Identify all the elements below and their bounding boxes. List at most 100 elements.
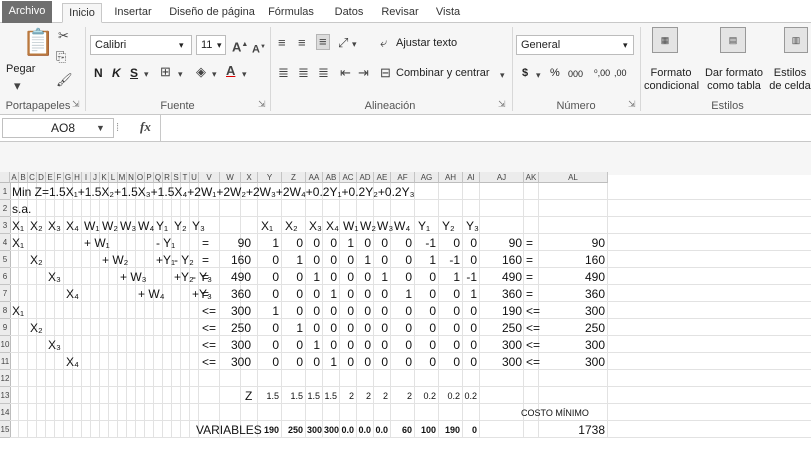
variable-header[interactable]: Y₁	[156, 219, 168, 233]
column-header[interactable]: AB	[323, 172, 340, 183]
table-format-button[interactable]: Dar formato como tabla	[704, 67, 764, 93]
cost-value[interactable]: 1738	[540, 423, 605, 437]
grow-font-icon[interactable]: A▲	[232, 38, 248, 54]
column-header[interactable]: I	[82, 172, 91, 183]
matrix-variable-header[interactable]: X₃	[309, 219, 322, 233]
coefficient-cell[interactable]: 1	[283, 253, 303, 267]
coefficient-cell[interactable]: 0	[416, 321, 436, 335]
lhs-operator[interactable]: =	[526, 270, 533, 284]
orientation-icon[interactable]: ⤢	[338, 36, 348, 50]
coefficient-cell[interactable]: 0	[375, 355, 388, 369]
matrix-variable-header[interactable]: W₃	[377, 219, 393, 233]
fill-dropdown-icon[interactable]: ▾	[212, 67, 217, 81]
constraint-term[interactable]: - Y₁	[156, 236, 175, 250]
coefficient-cell[interactable]: 0	[375, 338, 388, 352]
tab-datos[interactable]: Datos	[328, 3, 370, 23]
coefficient-cell[interactable]: 0	[283, 287, 303, 301]
coefficient-cell[interactable]: 0	[392, 236, 412, 250]
underline-button[interactable]: S	[130, 67, 138, 80]
coefficient-cell[interactable]: 0	[375, 287, 388, 301]
coefficient-cell[interactable]: 0	[341, 304, 354, 318]
variable-value[interactable]: 0.0	[375, 425, 388, 435]
variable-header[interactable]: X₃	[48, 219, 61, 233]
coefficient-cell[interactable]: 0	[259, 355, 279, 369]
lhs-value[interactable]: 190	[481, 304, 522, 318]
coefficient-cell[interactable]: 0	[416, 287, 436, 301]
constraint-operator[interactable]: =	[202, 253, 209, 267]
variable-header[interactable]: W₄	[138, 219, 154, 233]
borders-icon[interactable]: ⊞	[160, 65, 171, 79]
constraint-rhs[interactable]: 300	[221, 338, 251, 352]
clipboard-launcher-icon[interactable]: ⇲	[72, 99, 80, 110]
wrap-text-icon[interactable]: ⤶	[380, 36, 387, 50]
variable-value[interactable]: 0.0	[341, 425, 354, 435]
column-header[interactable]: G	[64, 172, 73, 183]
lhs-operator[interactable]: =	[526, 236, 533, 250]
number-format-select[interactable]: General ▾	[516, 35, 634, 55]
variables-label[interactable]: VARIABLES	[196, 423, 262, 437]
name-box-dropdown-icon[interactable]: ▼	[96, 121, 105, 135]
coefficient-cell[interactable]: 0	[392, 270, 412, 284]
lhs-operator[interactable]: =	[526, 287, 533, 301]
column-header[interactable]: N	[127, 172, 136, 183]
lhs-value[interactable]: 360	[481, 287, 522, 301]
column-header[interactable]: Z	[282, 172, 306, 183]
thousands-button[interactable]: 000	[568, 68, 583, 81]
rhs-value[interactable]: 490	[540, 270, 605, 284]
lhs-value[interactable]: 490	[481, 270, 522, 284]
constraint-operator[interactable]: =	[202, 287, 209, 301]
lhs-value[interactable]: 250	[481, 321, 522, 335]
coefficient-cell[interactable]: 1	[307, 338, 320, 352]
font-size-select[interactable]: 11 ▾	[196, 35, 226, 55]
column-header[interactable]: S	[172, 172, 181, 183]
coefficient-cell[interactable]: 0	[259, 321, 279, 335]
coefficient-cell[interactable]: 1	[416, 253, 436, 267]
align-top-icon[interactable]: ≡	[278, 36, 286, 50]
coefficient-cell[interactable]: 1	[358, 253, 371, 267]
z-coefficient[interactable]: 0.2	[464, 391, 477, 401]
row-header[interactable]: 2	[0, 200, 11, 217]
variable-header[interactable]: X₂	[30, 219, 43, 233]
coefficient-cell[interactable]: 0	[358, 338, 371, 352]
rhs-value[interactable]: 250	[540, 321, 605, 335]
coefficient-cell[interactable]: 0	[341, 321, 354, 335]
column-header[interactable]: AE	[374, 172, 391, 183]
rhs-value[interactable]: 300	[540, 338, 605, 352]
coefficient-cell[interactable]: 0	[324, 236, 337, 250]
coefficient-cell[interactable]: 0	[307, 304, 320, 318]
tab-diseño-de-página[interactable]: Diseño de página	[168, 3, 256, 23]
constraint-rhs[interactable]: 360	[221, 287, 251, 301]
increase-indent-icon[interactable]: ⇥	[358, 66, 369, 80]
decrease-indent-icon[interactable]: ⇤	[340, 66, 351, 80]
shrink-font-icon[interactable]: A▼	[252, 40, 266, 57]
z-coefficient[interactable]: 1.5	[307, 391, 320, 401]
column-header[interactable]: M	[118, 172, 127, 183]
variable-value[interactable]: 60	[392, 425, 412, 435]
coefficient-cell[interactable]: 0	[416, 270, 436, 284]
coefficient-cell[interactable]: 0	[324, 270, 337, 284]
matrix-variable-header[interactable]: X₁	[261, 219, 273, 233]
tab-insertar[interactable]: Insertar	[108, 3, 158, 23]
coefficient-cell[interactable]: 1	[375, 270, 388, 284]
column-header[interactable]: U	[190, 172, 199, 183]
column-header[interactable]: AK	[524, 172, 539, 183]
coefficient-cell[interactable]: 0	[416, 338, 436, 352]
constraint-term[interactable]: - Y₂	[174, 253, 194, 267]
constraint-operator[interactable]: <=	[202, 321, 216, 335]
z-coefficient[interactable]: 1.5	[324, 391, 337, 401]
column-header[interactable]: AC	[340, 172, 357, 183]
orientation-dropdown-icon[interactable]: ▾	[352, 37, 357, 51]
paste-dropdown-icon[interactable]: ▾	[14, 79, 21, 93]
row-header[interactable]: 13	[0, 387, 11, 404]
variable-value[interactable]: 300	[307, 425, 322, 435]
constraint-term[interactable]: + W₃	[120, 270, 147, 284]
coefficient-cell[interactable]: 0	[358, 321, 371, 335]
formula-input[interactable]	[160, 115, 811, 141]
merge-dropdown-icon[interactable]: ▾	[500, 68, 505, 82]
z-coefficient[interactable]: 0.2	[440, 391, 460, 401]
constraint-rhs[interactable]: 160	[221, 253, 251, 267]
constraint-term[interactable]: X₁	[12, 236, 24, 250]
constraint-term[interactable]: X₄	[66, 355, 79, 369]
constraint-operator[interactable]: =	[202, 236, 209, 250]
coefficient-cell[interactable]: 0	[416, 355, 436, 369]
